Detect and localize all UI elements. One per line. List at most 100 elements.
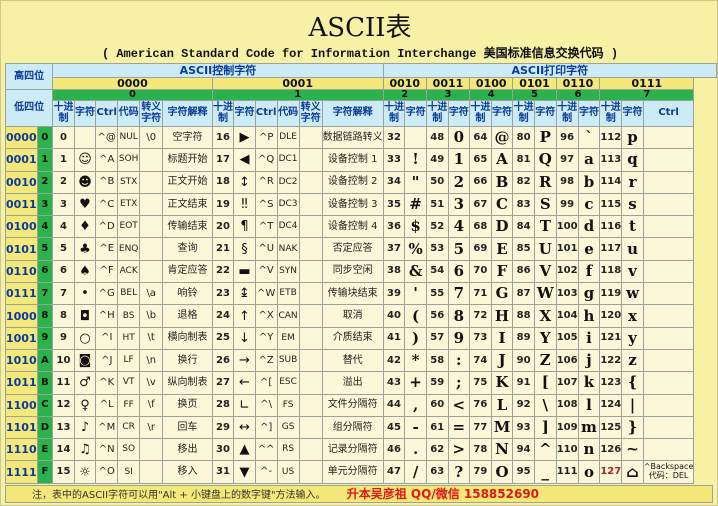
ctrl-key-cell: ^D [95, 215, 119, 239]
decimal-cell: 125 [599, 415, 623, 440]
decimal-cell: 77 [469, 415, 492, 440]
decimal-cell: 83 [512, 192, 535, 217]
decimal-cell: 74 [469, 348, 492, 373]
ctrl-extra-cell [642, 304, 695, 328]
char-cell: 4 [447, 215, 471, 239]
char-cell: ^ [533, 438, 557, 462]
decimal-cell: 115 [599, 192, 623, 217]
description-cell: 取消 [321, 304, 384, 328]
code-cell: STX [117, 170, 141, 194]
glyph-cell: ↑ [233, 304, 256, 328]
char-cell: U [533, 237, 557, 261]
code-cell: NAK [276, 237, 300, 261]
glyph-cell: ▶ [233, 125, 256, 150]
decimal-cell: 79 [469, 460, 492, 484]
low-bin: 1010 [5, 348, 38, 373]
ctrl-key-cell: ^M [95, 415, 119, 440]
escape-cell [298, 348, 323, 373]
escape-cell [298, 371, 323, 395]
decimal-cell: 106 [555, 348, 579, 373]
decimal-cell: 78 [469, 438, 492, 462]
decimal-cell: 16 [211, 125, 235, 150]
low-hex: 3 [36, 192, 54, 217]
decimal-cell: 33 [382, 148, 406, 172]
low-bin: 1101 [5, 415, 38, 440]
col-header-p0-chr: 字符 [404, 100, 427, 127]
escape-cell [298, 215, 323, 239]
char-cell: Y [533, 326, 557, 350]
decimal-cell: 54 [425, 259, 449, 284]
footer-note: 注，表中的ASCII字符可以用"Alt + 小键盘上的数字键"方法输入。 [32, 490, 326, 501]
col-header-p4-chr: 字符 [577, 100, 601, 127]
high-hex-7: 7 [599, 89, 695, 101]
decimal-cell: 25 [211, 326, 235, 350]
ctrl-key-cell: ^J [95, 348, 119, 373]
char-cell: n [577, 438, 601, 462]
description-cell: 移入 [162, 460, 213, 484]
glyph-cell: ♣ [73, 237, 97, 261]
low-hex: 9 [36, 326, 54, 350]
escape-cell: \v [139, 371, 164, 395]
char-cell: 1 [447, 148, 471, 172]
decimal-cell: 38 [382, 259, 406, 284]
low-hex: 2 [36, 170, 54, 194]
description-cell: 数据链路转义 [321, 125, 384, 150]
escape-cell [298, 192, 323, 217]
glyph-cell: § [233, 237, 256, 261]
low-bin: 1011 [5, 371, 38, 395]
decimal-cell: 103 [555, 282, 579, 306]
code-cell: VT [117, 371, 141, 395]
ctrl-key-cell: ^H [95, 304, 119, 328]
col-header-g0-2: Ctrl [95, 100, 119, 127]
decimal-cell: 47 [382, 460, 406, 484]
low-bin: 1100 [5, 393, 38, 417]
code-cell: SO [117, 438, 141, 462]
char-cell: ] [533, 415, 557, 440]
low-hex: 6 [36, 259, 54, 284]
low-bin: 0011 [5, 192, 38, 217]
low-hex: 8 [36, 304, 54, 328]
high-hex-3: 3 [425, 89, 471, 101]
low-hex: E [36, 438, 54, 462]
col-header-p3-dec: 十进制 [512, 100, 535, 127]
decimal-cell: 65 [469, 148, 492, 172]
ascii-table-page: ASCII表 ( American Standard Code for Info… [0, 0, 718, 506]
col-header-p5-chr: 字符 [621, 100, 644, 127]
decimal-cell: 108 [555, 393, 579, 417]
ctrl-extra-cell [642, 192, 695, 217]
description-cell: 设备控制 2 [321, 170, 384, 194]
decimal-cell: 124 [599, 393, 623, 417]
decimal-cell: 88 [512, 304, 535, 328]
decimal-cell: 57 [425, 326, 449, 350]
ctrl-key-cell: ^@ [95, 125, 119, 150]
char-cell: b [577, 170, 601, 194]
char-cell: Z [533, 348, 557, 373]
char-cell: | [621, 393, 644, 417]
decimal-cell: 10 [52, 348, 75, 373]
decimal-cell: 6 [52, 259, 75, 284]
char-cell: { [621, 371, 644, 395]
char-cell: g [577, 282, 601, 306]
decimal-cell: 37 [382, 237, 406, 261]
ctrl-extra-cell [642, 237, 695, 261]
escape-cell [298, 460, 323, 484]
decimal-cell: 59 [425, 371, 449, 395]
description-cell: 介质结束 [321, 326, 384, 350]
decimal-cell: 93 [512, 415, 535, 440]
decimal-cell: 90 [512, 348, 535, 373]
decimal-cell: 35 [382, 192, 406, 217]
col-header-p3-chr: 字符 [533, 100, 557, 127]
char-cell: ⌂ [621, 460, 644, 484]
decimal-cell: 94 [512, 438, 535, 462]
decimal-cell: 86 [512, 259, 535, 284]
ctrl-key-cell: ^T [254, 215, 278, 239]
ctrl-extra-cell [642, 282, 695, 306]
decimal-cell: 70 [469, 259, 492, 284]
decimal-cell: 76 [469, 393, 492, 417]
decimal-cell: 19 [211, 192, 235, 217]
high-bin-5: 0101 [512, 77, 557, 90]
col-header-g1-1: 字符 [233, 100, 256, 127]
decimal-cell: 32 [382, 125, 406, 150]
glyph-cell: ♠ [73, 259, 97, 284]
description-cell: 传输块结束 [321, 282, 384, 306]
